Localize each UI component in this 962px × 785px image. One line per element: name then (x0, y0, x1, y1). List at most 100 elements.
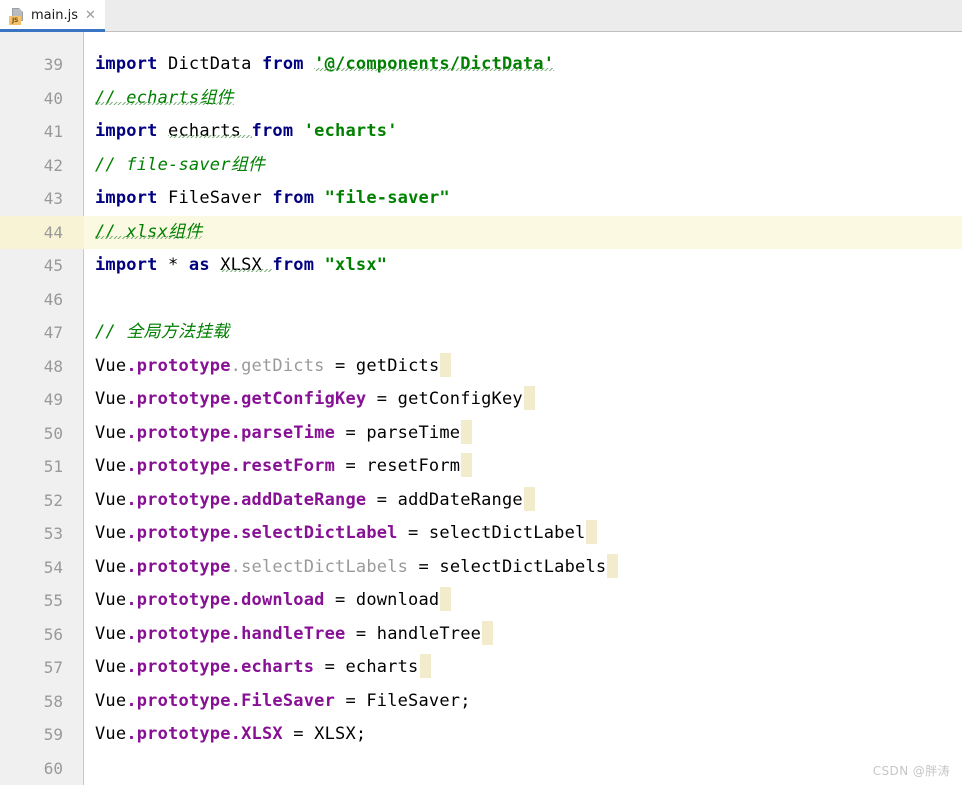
js-file-icon: JS (9, 7, 26, 25)
line-number: 53 (0, 517, 84, 551)
missing-semicolon-warning-marker (524, 487, 535, 511)
code-token: = FileSaver; (335, 691, 471, 711)
code-token: = parseTime (335, 423, 460, 443)
code-line[interactable]: 47// 全局方法挂载 (0, 316, 962, 350)
code-line[interactable]: 56 Vue.prototype.handleTree = handleTree (0, 618, 962, 652)
line-number: 56 (0, 618, 84, 652)
code-line[interactable]: 59 Vue.prototype.XLSX = XLSX; (0, 718, 962, 752)
code-line-text: Vue.prototype.echarts = echarts (95, 651, 431, 685)
line-number: 59 (0, 718, 84, 752)
code-token: = handleTree (345, 624, 481, 644)
code-line[interactable]: 46 (0, 283, 962, 317)
code-line[interactable]: 43import FileSaver from "file-saver" (0, 182, 962, 216)
code-token: .selectDictLabels (231, 557, 408, 577)
code-line[interactable]: 52 Vue.prototype.addDateRange = addDateRa… (0, 484, 962, 518)
code-token: .prototype.addDateRange (126, 490, 366, 510)
code-line-partial (0, 32, 962, 48)
code-line[interactable]: 60 (0, 752, 962, 785)
code-line[interactable]: 50 Vue.prototype.parseTime = parseTime (0, 417, 962, 451)
watermark: CSDN @胖涛 (873, 762, 950, 779)
code-token: Vue (95, 490, 126, 510)
missing-semicolon-warning-marker (440, 587, 451, 611)
missing-semicolon-warning-marker (420, 654, 431, 678)
code-line[interactable]: 41 import echarts from 'echarts' (0, 115, 962, 149)
code-token: Vue (95, 557, 126, 577)
line-number: 54 (0, 551, 84, 585)
code-token: Vue (95, 523, 126, 543)
code-line[interactable]: 49Vue.prototype.getConfigKey = getConfig… (0, 383, 962, 417)
code-token: import (95, 188, 168, 208)
code-token: Vue (95, 456, 126, 476)
code-token: .prototype.resetForm (126, 456, 335, 476)
line-number: 43 (0, 182, 84, 216)
code-line[interactable]: 48Vue.prototype.getDicts = getDicts (0, 350, 962, 384)
code-token: Vue (95, 356, 126, 376)
code-line-text: // xlsx组件 (95, 216, 202, 250)
code-line-text: // file-saver组件 (95, 149, 265, 183)
code-token: from (272, 255, 324, 275)
code-token: FileSaver (168, 188, 272, 208)
code-token: .getDicts (231, 356, 325, 376)
tab-title: main.js (31, 8, 78, 23)
code-token: // xlsx组件 (95, 222, 202, 242)
code-line[interactable]: 44// xlsx组件 (0, 216, 962, 250)
code-line[interactable]: 57Vue.prototype.echarts = echarts (0, 651, 962, 685)
missing-semicolon-warning-marker (607, 554, 618, 578)
code-line[interactable]: 40 // echarts组件 (0, 82, 962, 116)
missing-semicolon-warning-marker (461, 453, 472, 477)
tab-main-js[interactable]: JS main.js ✕ (0, 0, 105, 31)
code-token: = echarts (314, 657, 418, 677)
code-token: // echarts组件 (95, 88, 234, 108)
code-token: Vue (95, 423, 126, 443)
code-line[interactable]: 39import DictData from '@/components/Dic… (0, 48, 962, 82)
close-icon[interactable]: ✕ (83, 9, 96, 22)
code-token: .prototype.download (126, 590, 324, 610)
code-token: = selectDictLabel (398, 523, 586, 543)
js-file-icon-badge: JS (9, 16, 21, 25)
line-number: 52 (0, 484, 84, 518)
code-token: .prototype.XLSX (126, 724, 283, 744)
missing-semicolon-warning-marker (461, 420, 472, 444)
code-line-text: import * as XLSX from "xlsx" (95, 249, 387, 283)
code-token: from (272, 188, 324, 208)
code-editor[interactable]: 39import DictData from '@/components/Dic… (0, 32, 962, 785)
code-line[interactable]: 45import * as XLSX from "xlsx" (0, 249, 962, 283)
code-line[interactable]: 54 Vue.prototype.selectDictLabels = selec… (0, 551, 962, 585)
code-line-text: Vue.prototype.selectDictLabels = selectD… (95, 551, 618, 585)
code-token: // file-saver组件 (95, 155, 265, 175)
code-line-text: Vue.prototype.FileSaver = FileSaver; (95, 685, 471, 719)
code-line-text: Vue.prototype.parseTime = parseTime (95, 417, 472, 451)
code-token: '@/components/DictData' (314, 54, 554, 74)
code-token: as (189, 255, 220, 275)
code-line-text: import echarts from 'echarts' (95, 115, 398, 149)
code-token: Vue (95, 691, 126, 711)
code-token: .prototype (126, 557, 230, 577)
code-token: from (262, 54, 314, 74)
code-line[interactable]: 42 // file-saver组件 (0, 149, 962, 183)
line-number: 42 (0, 149, 84, 183)
code-token: Vue (95, 590, 126, 610)
code-line[interactable]: 51Vue.prototype.resetForm = resetForm (0, 450, 962, 484)
code-line-text: Vue.prototype.XLSX = XLSX; (95, 718, 366, 752)
line-number: 47 (0, 316, 84, 350)
code-line-text: Vue.prototype.addDateRange = addDateRang… (95, 484, 535, 518)
line-number: 39 (0, 48, 84, 82)
code-line[interactable]: 55Vue.prototype.download = download (0, 584, 962, 618)
code-token: = selectDictLabels (408, 557, 606, 577)
code-token: .prototype.echarts (126, 657, 314, 677)
code-line-text: Vue.prototype.handleTree = handleTree (95, 618, 493, 652)
editor-tab-bar: JS main.js ✕ (0, 0, 962, 32)
code-lines[interactable]: 39import DictData from '@/components/Dic… (0, 32, 962, 785)
code-token: = getConfigKey (366, 389, 523, 409)
code-token: echarts (168, 121, 251, 141)
code-token: Vue (95, 624, 126, 644)
code-line[interactable]: 53Vue.prototype.selectDictLabel = select… (0, 517, 962, 551)
line-number: 40 (0, 82, 84, 116)
line-number: 51 (0, 450, 84, 484)
code-token: Vue (95, 389, 126, 409)
line-number: 50 (0, 417, 84, 451)
code-line[interactable]: 58Vue.prototype.FileSaver = FileSaver; (0, 685, 962, 719)
missing-semicolon-warning-marker (482, 621, 493, 645)
line-number: 41 (0, 115, 84, 149)
code-token: Vue (95, 724, 126, 744)
